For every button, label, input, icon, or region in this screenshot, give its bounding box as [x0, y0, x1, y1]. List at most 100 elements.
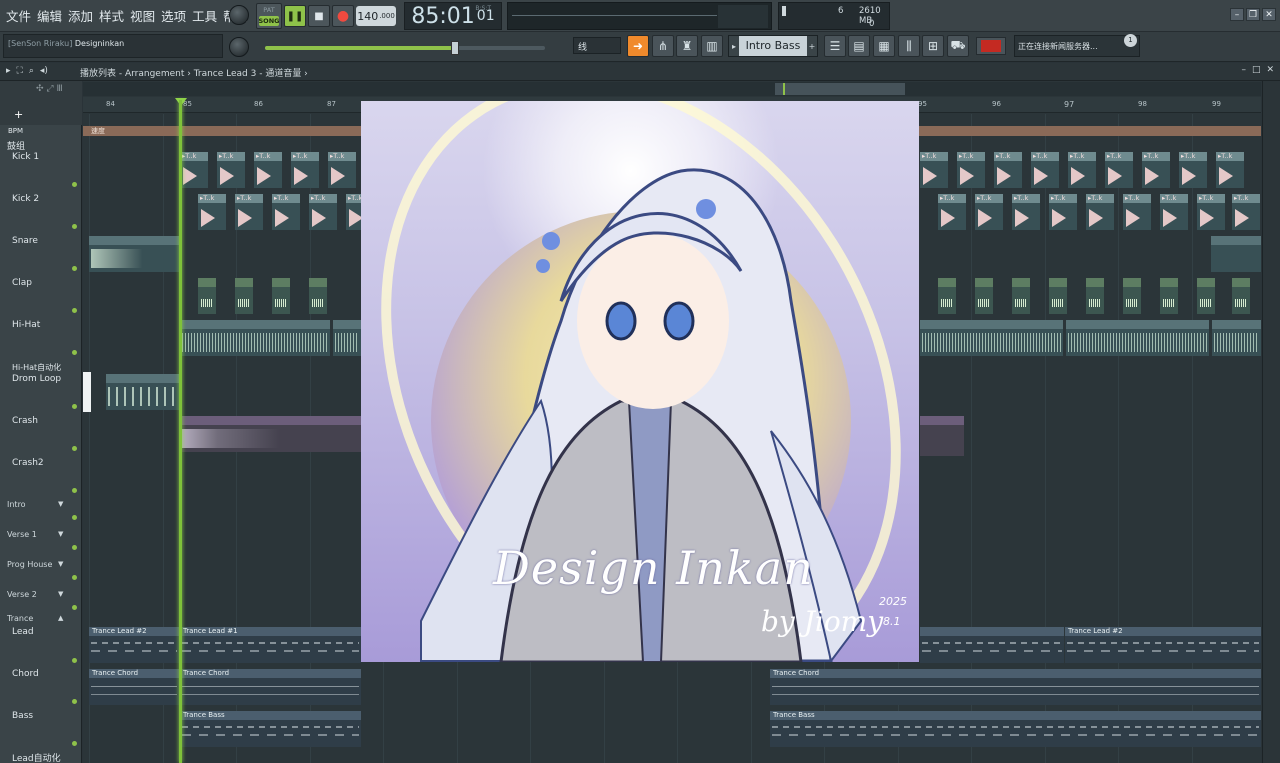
track-lead-active-dot[interactable]: [72, 658, 77, 663]
clap-clip[interactable]: [1012, 278, 1030, 314]
group-intro[interactable]: Intro ▼: [0, 500, 82, 509]
record-button[interactable]: ●: [332, 5, 354, 27]
group-verse2-dot[interactable]: [72, 605, 77, 610]
track-bass-active-dot[interactable]: [72, 741, 77, 746]
restore-icon[interactable]: ❐: [1246, 8, 1260, 21]
track-crash2-active-dot[interactable]: [72, 488, 77, 493]
clip-hihat-4[interactable]: Trance Hi-Hat - Tempo: 140.0: [1066, 320, 1209, 356]
kick1-clip[interactable]: ▸T..k: [1031, 152, 1059, 188]
track-kick2-active-dot[interactable]: [72, 224, 77, 229]
track-kick1-active-dot[interactable]: [72, 182, 77, 187]
pattern-add-button[interactable]: +: [807, 36, 817, 56]
kick1-clip[interactable]: ▸T..k: [920, 152, 948, 188]
playhead-line[interactable]: [179, 100, 182, 763]
clap-clip[interactable]: [975, 278, 993, 314]
overview-view-window[interactable]: [775, 83, 905, 95]
clip-chord-b[interactable]: Trance Chord: [180, 669, 361, 705]
news-panel[interactable]: 正在连接新闻服务器... 1: [1014, 34, 1140, 57]
clap-clip[interactable]: [1197, 278, 1215, 314]
playlist-close-icon[interactable]: ✕: [1266, 65, 1274, 75]
kick1-clip[interactable]: ▸T..k: [1142, 152, 1170, 188]
kick2-clip[interactable]: ▸T..k: [1012, 194, 1040, 230]
snap-selector[interactable]: 线: [573, 37, 621, 54]
group-prog-house[interactable]: Prog House ▼: [0, 560, 82, 569]
clap-clip[interactable]: [1086, 278, 1104, 314]
kick2-clip[interactable]: ▸T..k: [938, 194, 966, 230]
kick2-clip[interactable]: ▸T..k: [1197, 194, 1225, 230]
clap-clip[interactable]: [198, 278, 216, 314]
store-icon[interactable]: ⛟: [947, 35, 969, 57]
kick2-clip[interactable]: ▸T..k: [975, 194, 1003, 230]
draw-tool-icon[interactable]: ➜: [627, 35, 649, 57]
kick1-clip[interactable]: ▸T..k: [1179, 152, 1207, 188]
menu-file[interactable]: 文件: [4, 6, 33, 25]
kick2-clip[interactable]: ▸T..k: [235, 194, 263, 230]
kick2-clip[interactable]: ▸T..k: [272, 194, 300, 230]
clap-clip[interactable]: [1232, 278, 1250, 314]
track-name-hihat[interactable]: Hi-Hat: [0, 320, 82, 330]
clip-hihat-2[interactable]: Trance: [333, 320, 361, 356]
group-verse1-dot[interactable]: [72, 545, 77, 550]
track-crash-active-dot[interactable]: [72, 446, 77, 451]
kick1-clip[interactable]: ▸T..k: [180, 152, 208, 188]
keyboard-icon[interactable]: ▥: [701, 35, 723, 57]
pattern-prev-icon[interactable]: ▸: [729, 36, 739, 56]
clip-bass-b[interactable]: Trance Bass: [770, 711, 1261, 747]
kick1-clip[interactable]: ▸T..k: [254, 152, 282, 188]
kick1-clip[interactable]: ▸T..k: [217, 152, 245, 188]
minimize-icon[interactable]: –: [1230, 8, 1244, 21]
track-name-hihat-auto[interactable]: Hi-Hat自动化: [0, 362, 82, 373]
group-verse1[interactable]: Verse 1 ▼: [0, 530, 82, 539]
track-name-chord[interactable]: Chord: [0, 669, 82, 679]
kick1-clip[interactable]: ▸T..k: [1105, 152, 1133, 188]
menu-tools[interactable]: 工具: [190, 6, 219, 25]
metronome-icon[interactable]: ⋔: [652, 35, 674, 57]
close-icon[interactable]: ✕: [1262, 8, 1276, 21]
tempo-display[interactable]: 140.000: [356, 6, 396, 26]
menu-view[interactable]: 视图: [128, 6, 157, 25]
speaker-icon[interactable]: ◂): [40, 66, 48, 76]
vertical-scrollbar[interactable]: [1262, 81, 1280, 763]
cpu-knob[interactable]: [229, 5, 249, 25]
kick1-clip[interactable]: ▸T..k: [994, 152, 1022, 188]
clip-drum-loop[interactable]: Trance B..ge Drums: [106, 374, 180, 410]
snap-icon[interactable]: ⛶: [17, 66, 23, 76]
clip-hihat-1[interactable]: Trance Hi-Hat - Tempo: 140.0: [180, 320, 330, 356]
clap-clip[interactable]: [1049, 278, 1067, 314]
clip-lead-right-a[interactable]: [920, 627, 1064, 663]
kick2-clip[interactable]: ▸T..k: [1086, 194, 1114, 230]
kick2-clip[interactable]: ▸T..k: [1232, 194, 1260, 230]
stop-button[interactable]: ■: [308, 5, 330, 27]
track-drumloop-active-dot[interactable]: [72, 404, 77, 409]
track-name-crash2[interactable]: Crash2: [0, 458, 82, 468]
pat-song-toggle[interactable]: PAT SONG: [256, 3, 282, 29]
kick1-clip[interactable]: ▸T..k: [291, 152, 319, 188]
pattern-selector[interactable]: ▸ Intro Bass +: [728, 35, 818, 57]
clap-clip[interactable]: [1160, 278, 1178, 314]
add-track-icon[interactable]: +: [14, 108, 23, 121]
playlist-maximize-icon[interactable]: □: [1252, 65, 1261, 75]
track-snare-active-dot[interactable]: [72, 266, 77, 271]
playlist-overview-scrollbar[interactable]: [83, 82, 1261, 96]
kick2-clip[interactable]: ▸T..k: [1049, 194, 1077, 230]
mixer-icon[interactable]: ⫼: [898, 35, 920, 57]
track-name-drums[interactable]: 鼓组: [0, 139, 82, 152]
clip-bass-a[interactable]: Trance Bass: [180, 711, 361, 747]
track-name-bass[interactable]: Bass: [0, 711, 82, 721]
kick2-clip[interactable]: ▸T..k: [198, 194, 226, 230]
song-position-display[interactable]: B:S:T 85:01 01: [404, 2, 502, 30]
master-pitch-knob[interactable]: [229, 37, 249, 57]
group-intro-dot[interactable]: [72, 515, 77, 520]
track-name-kick2[interactable]: Kick 2: [0, 194, 82, 204]
menu-options[interactable]: 选项: [159, 6, 188, 25]
clip-chord-a[interactable]: Trance Chord: [89, 669, 179, 705]
clip-hihat-5[interactable]: Trance..40.0: [1212, 320, 1261, 356]
menu-edit[interactable]: 编辑: [35, 6, 64, 25]
group-prog-house-arrow-icon[interactable]: ▼: [58, 560, 63, 568]
options-arrow-icon[interactable]: ▸: [6, 66, 11, 76]
group-verse1-arrow-icon[interactable]: ▼: [58, 530, 63, 538]
play-pause-button[interactable]: ❚❚: [284, 5, 306, 27]
track-name-bpm[interactable]: BPM: [0, 127, 82, 135]
kick1-clip[interactable]: ▸T..k: [1216, 152, 1244, 188]
group-trance[interactable]: Trance ▲: [0, 614, 82, 623]
